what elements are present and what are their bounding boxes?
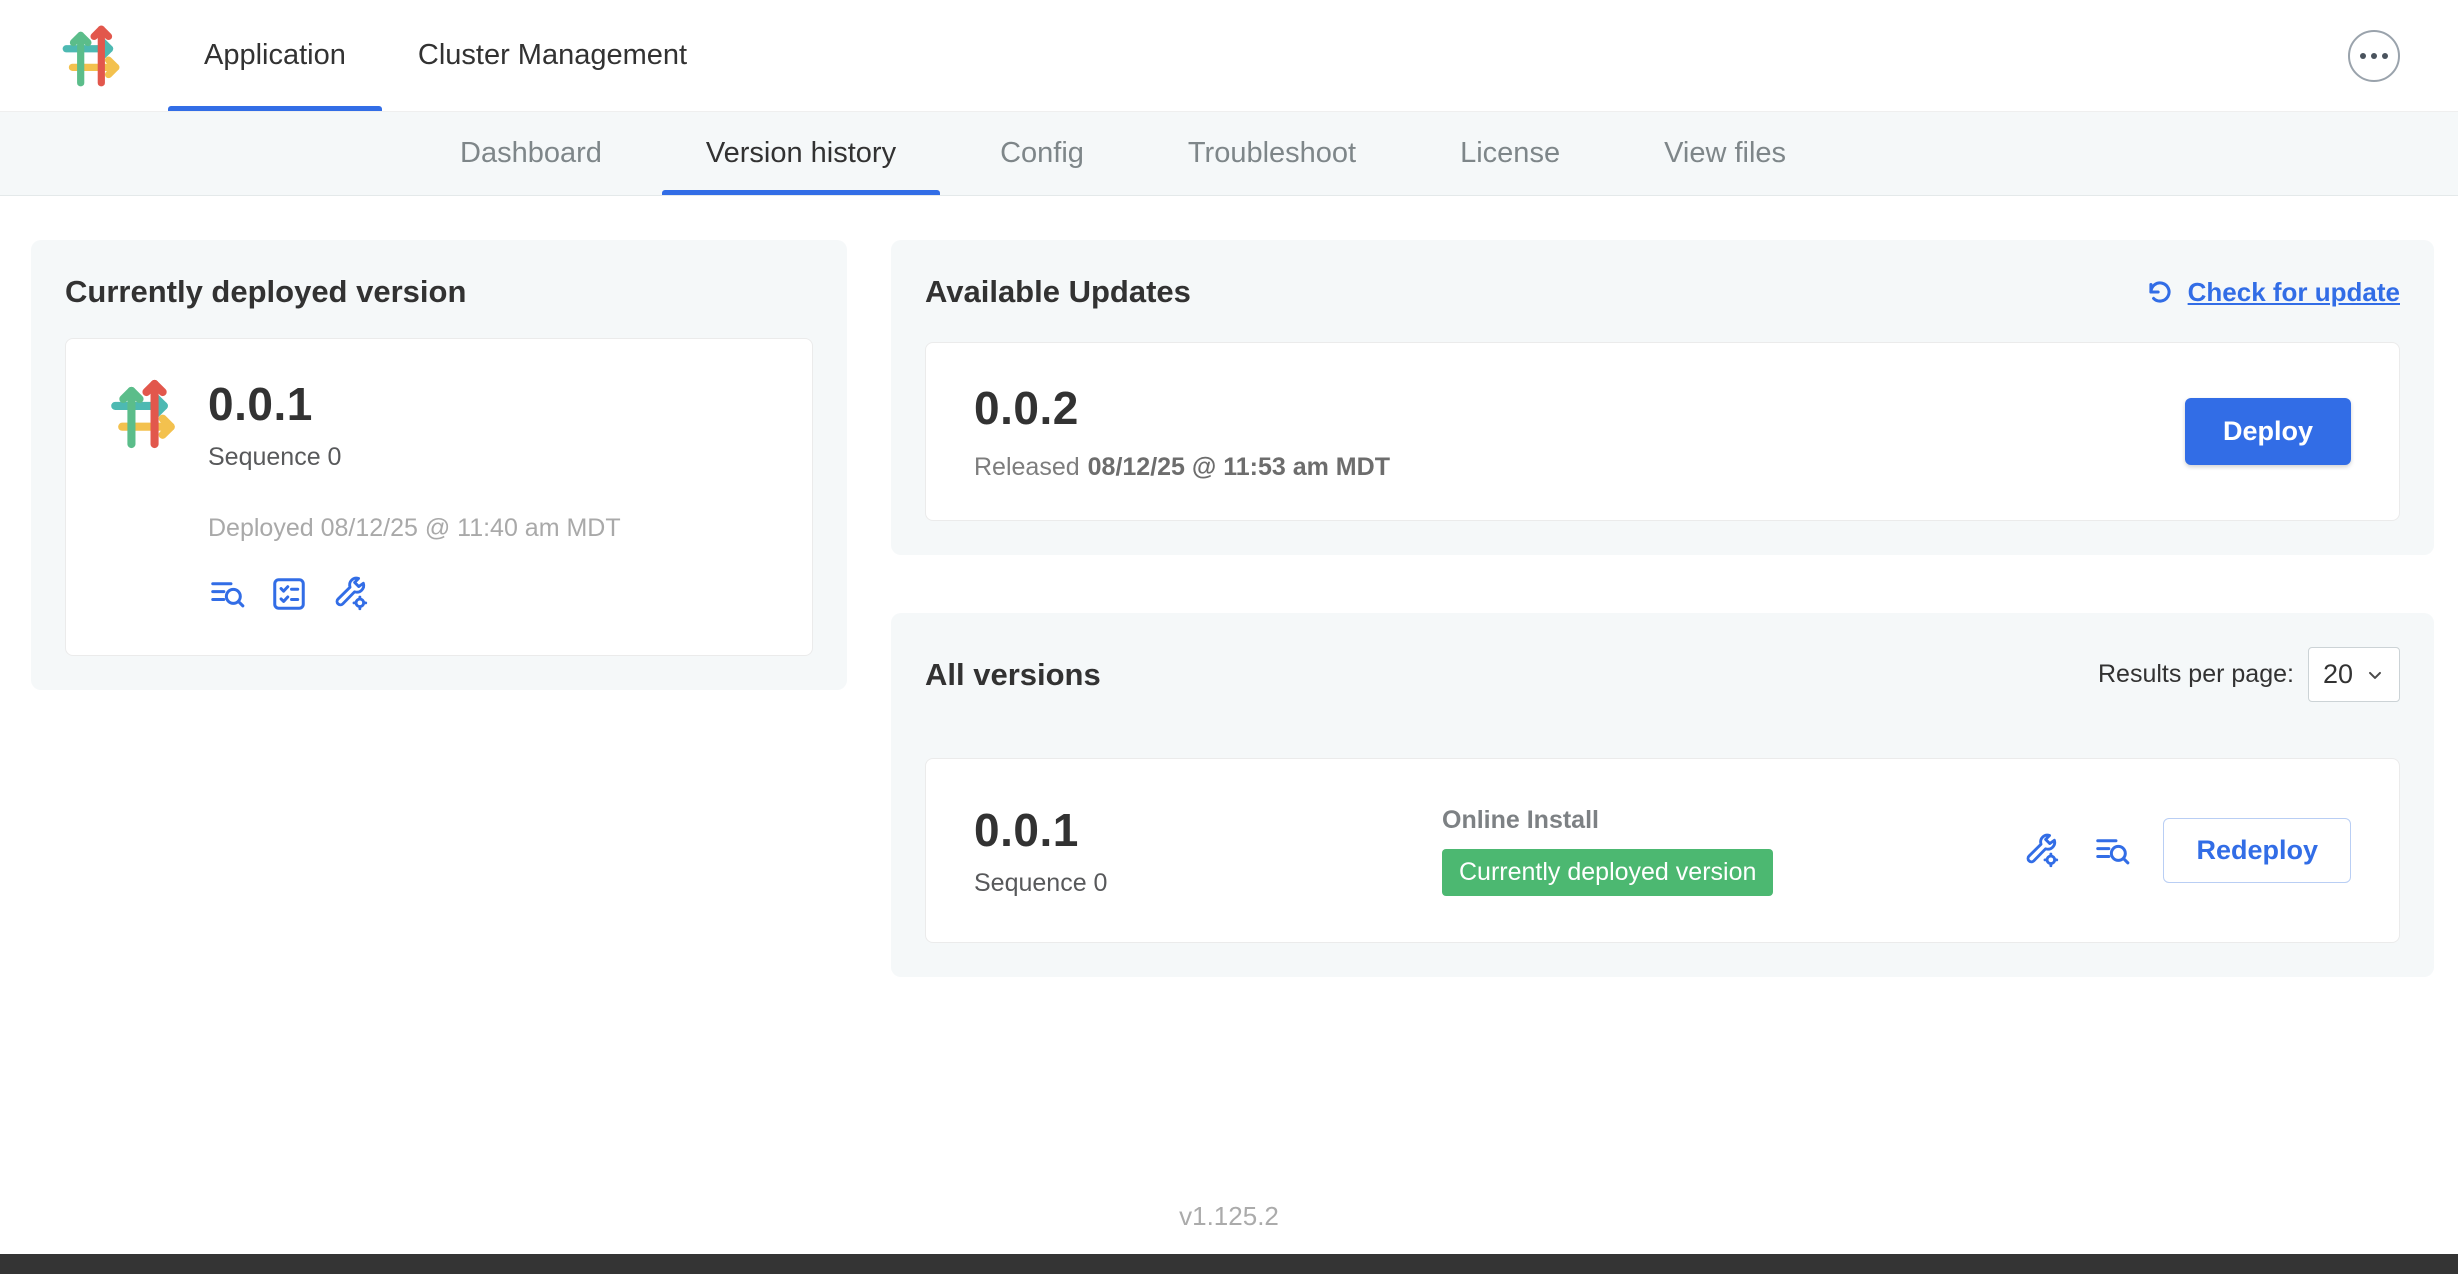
- logs-icon[interactable]: [2093, 832, 2131, 870]
- deployed-actions: [208, 575, 621, 613]
- tab-license[interactable]: License: [1416, 112, 1604, 195]
- available-updates-title: Available Updates: [925, 274, 1191, 310]
- version-row-status: Online Install Currently deployed versio…: [1442, 806, 2023, 896]
- tab-config[interactable]: Config: [956, 112, 1128, 195]
- all-versions-header: All versions Results per page: 20: [925, 647, 2400, 702]
- app-subnav: Dashboard Version history Config Trouble…: [0, 112, 2458, 196]
- currently-deployed-card: Currently deployed version: [31, 240, 847, 690]
- available-updates-header: Available Updates Check for update: [925, 274, 2400, 310]
- version-row: 0.0.1 Sequence 0 Online Install Currentl…: [925, 758, 2400, 943]
- tab-cluster-management-label: Cluster Management: [418, 39, 687, 72]
- logs-icon[interactable]: [208, 575, 246, 613]
- kots-admin-console: Application Cluster Management Dashboard…: [0, 0, 2458, 1274]
- tab-dashboard-label: Dashboard: [460, 137, 602, 170]
- row-sequence: Sequence 0: [974, 869, 1442, 898]
- update-details: 0.0.2 Released 08/12/25 @ 11:53 am MDT: [974, 381, 1390, 482]
- bottom-bar: [0, 1254, 2458, 1274]
- config-wrench-icon[interactable]: [2023, 832, 2061, 870]
- tab-application[interactable]: Application: [168, 0, 382, 111]
- deployed-version-card: 0.0.1 Sequence 0 Deployed 08/12/25 @ 11:…: [65, 338, 813, 656]
- top-bar: Application Cluster Management: [0, 0, 2458, 112]
- overflow-menu-button[interactable]: [2348, 30, 2400, 82]
- main-content: Currently deployed version: [0, 196, 2458, 1173]
- redeploy-button[interactable]: Redeploy: [2163, 818, 2351, 883]
- tab-license-label: License: [1460, 137, 1560, 170]
- tab-version-history-label: Version history: [706, 137, 896, 170]
- config-wrench-icon[interactable]: [332, 575, 370, 613]
- currently-deployed-badge: Currently deployed version: [1442, 849, 1773, 896]
- console-version: v1.125.2: [1179, 1201, 1279, 1231]
- tab-troubleshoot-label: Troubleshoot: [1188, 137, 1356, 170]
- available-updates-card: Available Updates Check for update: [891, 240, 2434, 555]
- app-logo-icon: [106, 377, 180, 451]
- top-nav: Application Cluster Management: [168, 0, 723, 111]
- released-prefix: Released: [974, 453, 1080, 481]
- refresh-icon[interactable]: [2144, 276, 2176, 308]
- update-released-line: Released 08/12/25 @ 11:53 am MDT: [974, 453, 1390, 482]
- results-per-page-label: Results per page:: [2098, 660, 2294, 689]
- tab-application-label: Application: [204, 39, 346, 72]
- update-version-number: 0.0.2: [974, 381, 1390, 435]
- currently-deployed-title: Currently deployed version: [65, 274, 813, 310]
- tab-dashboard[interactable]: Dashboard: [416, 112, 646, 195]
- released-date: 08/12/25 @ 11:53 am MDT: [1088, 453, 1390, 481]
- check-for-update-link[interactable]: Check for update: [2144, 276, 2400, 308]
- deploy-button[interactable]: Deploy: [2185, 398, 2351, 465]
- results-per-page-select[interactable]: 20: [2308, 647, 2400, 702]
- tab-view-files[interactable]: View files: [1620, 112, 1830, 195]
- deployed-sequence: Sequence 0: [208, 443, 621, 472]
- deployed-version-details: 0.0.1 Sequence 0 Deployed 08/12/25 @ 11:…: [208, 377, 621, 613]
- app-logo-icon: [58, 23, 124, 89]
- results-per-page-value: 20: [2323, 659, 2353, 690]
- right-column: Available Updates Check for update: [891, 240, 2434, 977]
- preflight-checks-icon[interactable]: [270, 575, 308, 613]
- all-versions-title: All versions: [925, 657, 1101, 693]
- chevron-down-icon: [2365, 665, 2385, 685]
- tab-cluster-management[interactable]: Cluster Management: [382, 0, 723, 111]
- update-row: 0.0.2 Released 08/12/25 @ 11:53 am MDT De…: [925, 342, 2400, 521]
- tab-view-files-label: View files: [1664, 137, 1786, 170]
- tab-troubleshoot[interactable]: Troubleshoot: [1144, 112, 1400, 195]
- deployed-timestamp: Deployed 08/12/25 @ 11:40 am MDT: [208, 514, 621, 543]
- results-per-page: Results per page: 20: [2098, 647, 2400, 702]
- ellipsis-icon: [2360, 53, 2366, 59]
- tab-config-label: Config: [1000, 137, 1084, 170]
- check-for-update-label: Check for update: [2188, 277, 2400, 308]
- left-column: Currently deployed version: [31, 240, 847, 690]
- version-row-actions: Redeploy: [2023, 818, 2351, 883]
- console-footer: v1.125.2: [0, 1173, 2458, 1254]
- tab-version-history[interactable]: Version history: [662, 112, 940, 195]
- deployed-version-number: 0.0.1: [208, 377, 621, 431]
- row-version-number: 0.0.1: [974, 803, 1442, 857]
- all-versions-card: All versions Results per page: 20 0.0: [891, 613, 2434, 977]
- version-row-version: 0.0.1 Sequence 0: [974, 803, 1442, 898]
- install-type-label: Online Install: [1442, 806, 2023, 835]
